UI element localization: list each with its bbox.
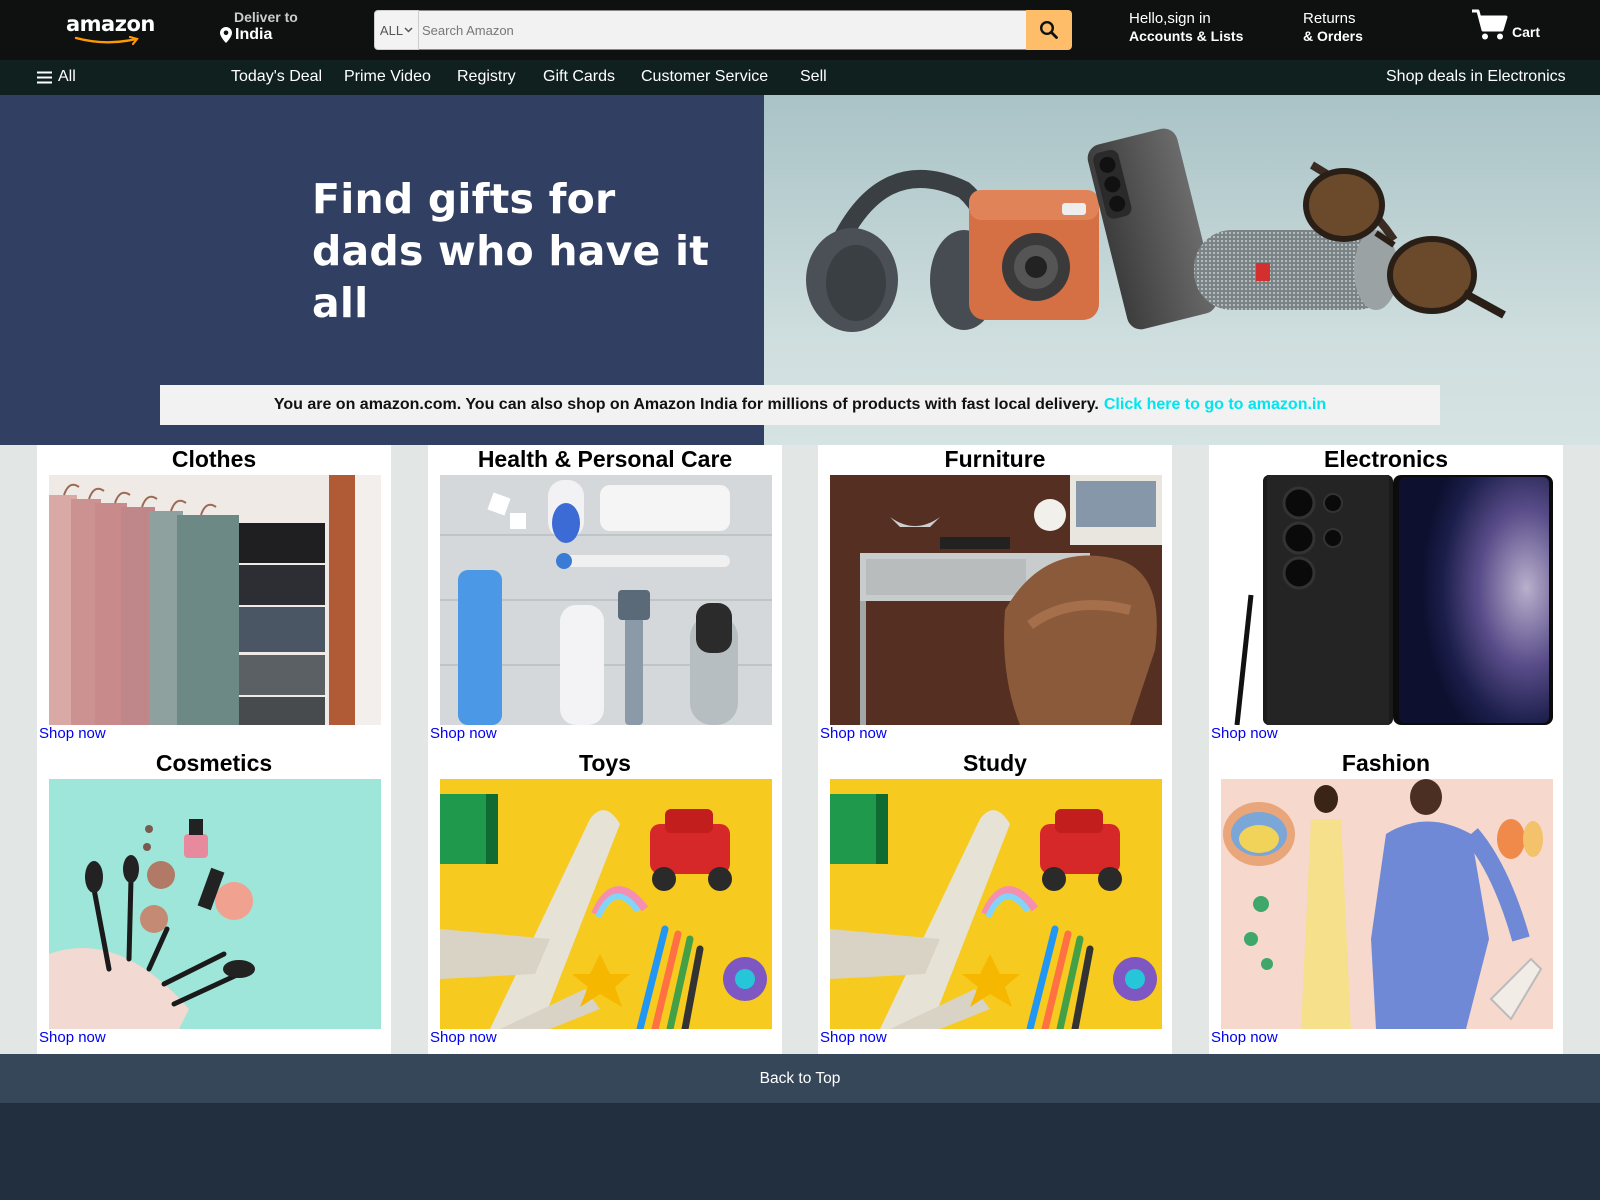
deliver-location: India <box>235 26 273 43</box>
category-card-health[interactable]: Health & Personal Care Shop now <box>428 445 782 750</box>
all-menu-button[interactable]: All <box>37 68 76 86</box>
deliver-label: Deliver to <box>234 9 298 25</box>
toys-image <box>440 779 772 1029</box>
region-notice-text: You are on amazon.com. You can also shop… <box>273 396 1099 413</box>
search-bar: ALL <box>374 10 1072 50</box>
category-card-clothes[interactable]: Clothes Shop now <box>37 445 391 750</box>
nav-gift-cards[interactable]: Gift Cards <box>543 68 615 86</box>
fashion-image <box>1221 779 1553 1029</box>
shop-now-link[interactable]: Shop now <box>1211 725 1278 742</box>
region-notice: You are on amazon.com. You can also shop… <box>160 385 1440 425</box>
account-greeting: Hello,sign in <box>1129 10 1211 27</box>
category-title: Toys <box>579 750 631 776</box>
cosmetics-image <box>49 779 381 1029</box>
shop-now-link[interactable]: Shop now <box>39 1029 106 1046</box>
study-image <box>830 779 1162 1029</box>
shop-now-link[interactable]: Shop now <box>820 725 887 742</box>
category-card-toys[interactable]: Toys Shop now <box>428 749 782 1054</box>
nav-shop-deals-electronics[interactable]: Shop deals in Electronics <box>1386 68 1566 86</box>
shop-now-link[interactable]: Shop now <box>1211 1029 1278 1046</box>
shop-now-link[interactable]: Shop now <box>430 725 497 742</box>
health-image <box>440 475 772 725</box>
clothes-image <box>49 475 381 725</box>
amazon-in-link[interactable]: Click here to go to amazon.in <box>1104 396 1326 414</box>
category-title: Study <box>963 750 1027 776</box>
back-to-top-button[interactable]: Back to Top <box>0 1054 1600 1103</box>
search-category-value: ALL <box>379 22 404 38</box>
orders-label: & Orders <box>1303 28 1363 44</box>
search-category-select[interactable]: ALL <box>374 10 419 50</box>
furniture-image <box>830 475 1162 725</box>
secondary-navbar: All Today's Deal Prime Video Registry Gi… <box>0 60 1600 95</box>
category-title: Furniture <box>944 446 1046 472</box>
top-navbar: amazon Deliver to India ALL H <box>0 0 1600 60</box>
category-card-electronics[interactable]: Electronics Shop now <box>1209 445 1563 750</box>
cart-label: Cart <box>1512 24 1541 40</box>
category-grid: Clothes Shop now Health & Personal Care … <box>0 445 1600 1054</box>
smile-arrow-icon <box>74 36 139 46</box>
logo-text: amazon <box>66 12 155 36</box>
nav-sell[interactable]: Sell <box>800 68 827 86</box>
category-card-study[interactable]: Study Shop now <box>818 749 1172 1054</box>
hero-title-line1: Find gifts for <box>312 175 616 223</box>
category-title: Clothes <box>171 446 257 472</box>
account-lists-label: Accounts & Lists <box>1129 28 1244 44</box>
hamburger-icon <box>37 71 52 83</box>
hero-title-line2: dads who have it all <box>312 227 710 327</box>
cart-button[interactable]: Cart <box>1470 8 1540 42</box>
page-footer <box>0 1103 1600 1200</box>
category-card-furniture[interactable]: Furniture Shop now <box>818 445 1172 750</box>
hero-banner[interactable]: Find gifts for dads who have it all You … <box>0 95 1600 445</box>
nav-todays-deal[interactable]: Today's Deal <box>231 68 322 86</box>
cart-icon <box>1472 9 1508 40</box>
returns-label: Returns <box>1303 10 1356 27</box>
search-input[interactable] <box>419 10 1026 50</box>
hero-title: Find gifts for dads who have it all <box>312 173 764 329</box>
all-menu-label: All <box>58 68 76 85</box>
category-card-cosmetics[interactable]: Cosmetics Shop now <box>37 749 391 1054</box>
category-title: Fashion <box>1341 750 1431 776</box>
returns-orders[interactable]: Returns & Orders <box>1303 10 1363 44</box>
nav-prime-video[interactable]: Prime Video <box>344 68 431 86</box>
shop-now-link[interactable]: Shop now <box>820 1029 887 1046</box>
category-title: Cosmetics <box>155 750 273 776</box>
electronics-image <box>1221 475 1553 725</box>
location-pin-icon <box>220 27 232 43</box>
nav-registry[interactable]: Registry <box>457 68 516 86</box>
amazon-logo[interactable]: amazon <box>66 10 156 46</box>
chevron-down-icon <box>404 27 413 33</box>
account-menu[interactable]: Hello,sign in Accounts & Lists <box>1129 10 1243 44</box>
category-title: Health & Personal Care <box>477 446 733 472</box>
shop-now-link[interactable]: Shop now <box>430 1029 497 1046</box>
shop-now-link[interactable]: Shop now <box>39 725 106 742</box>
category-title: Electronics <box>1324 446 1448 472</box>
category-card-fashion[interactable]: Fashion Shop now <box>1209 749 1563 1054</box>
deliver-to[interactable]: Deliver to India <box>220 9 298 44</box>
search-icon <box>1039 20 1058 39</box>
search-button[interactable] <box>1026 10 1072 50</box>
nav-customer-service[interactable]: Customer Service <box>641 68 768 86</box>
